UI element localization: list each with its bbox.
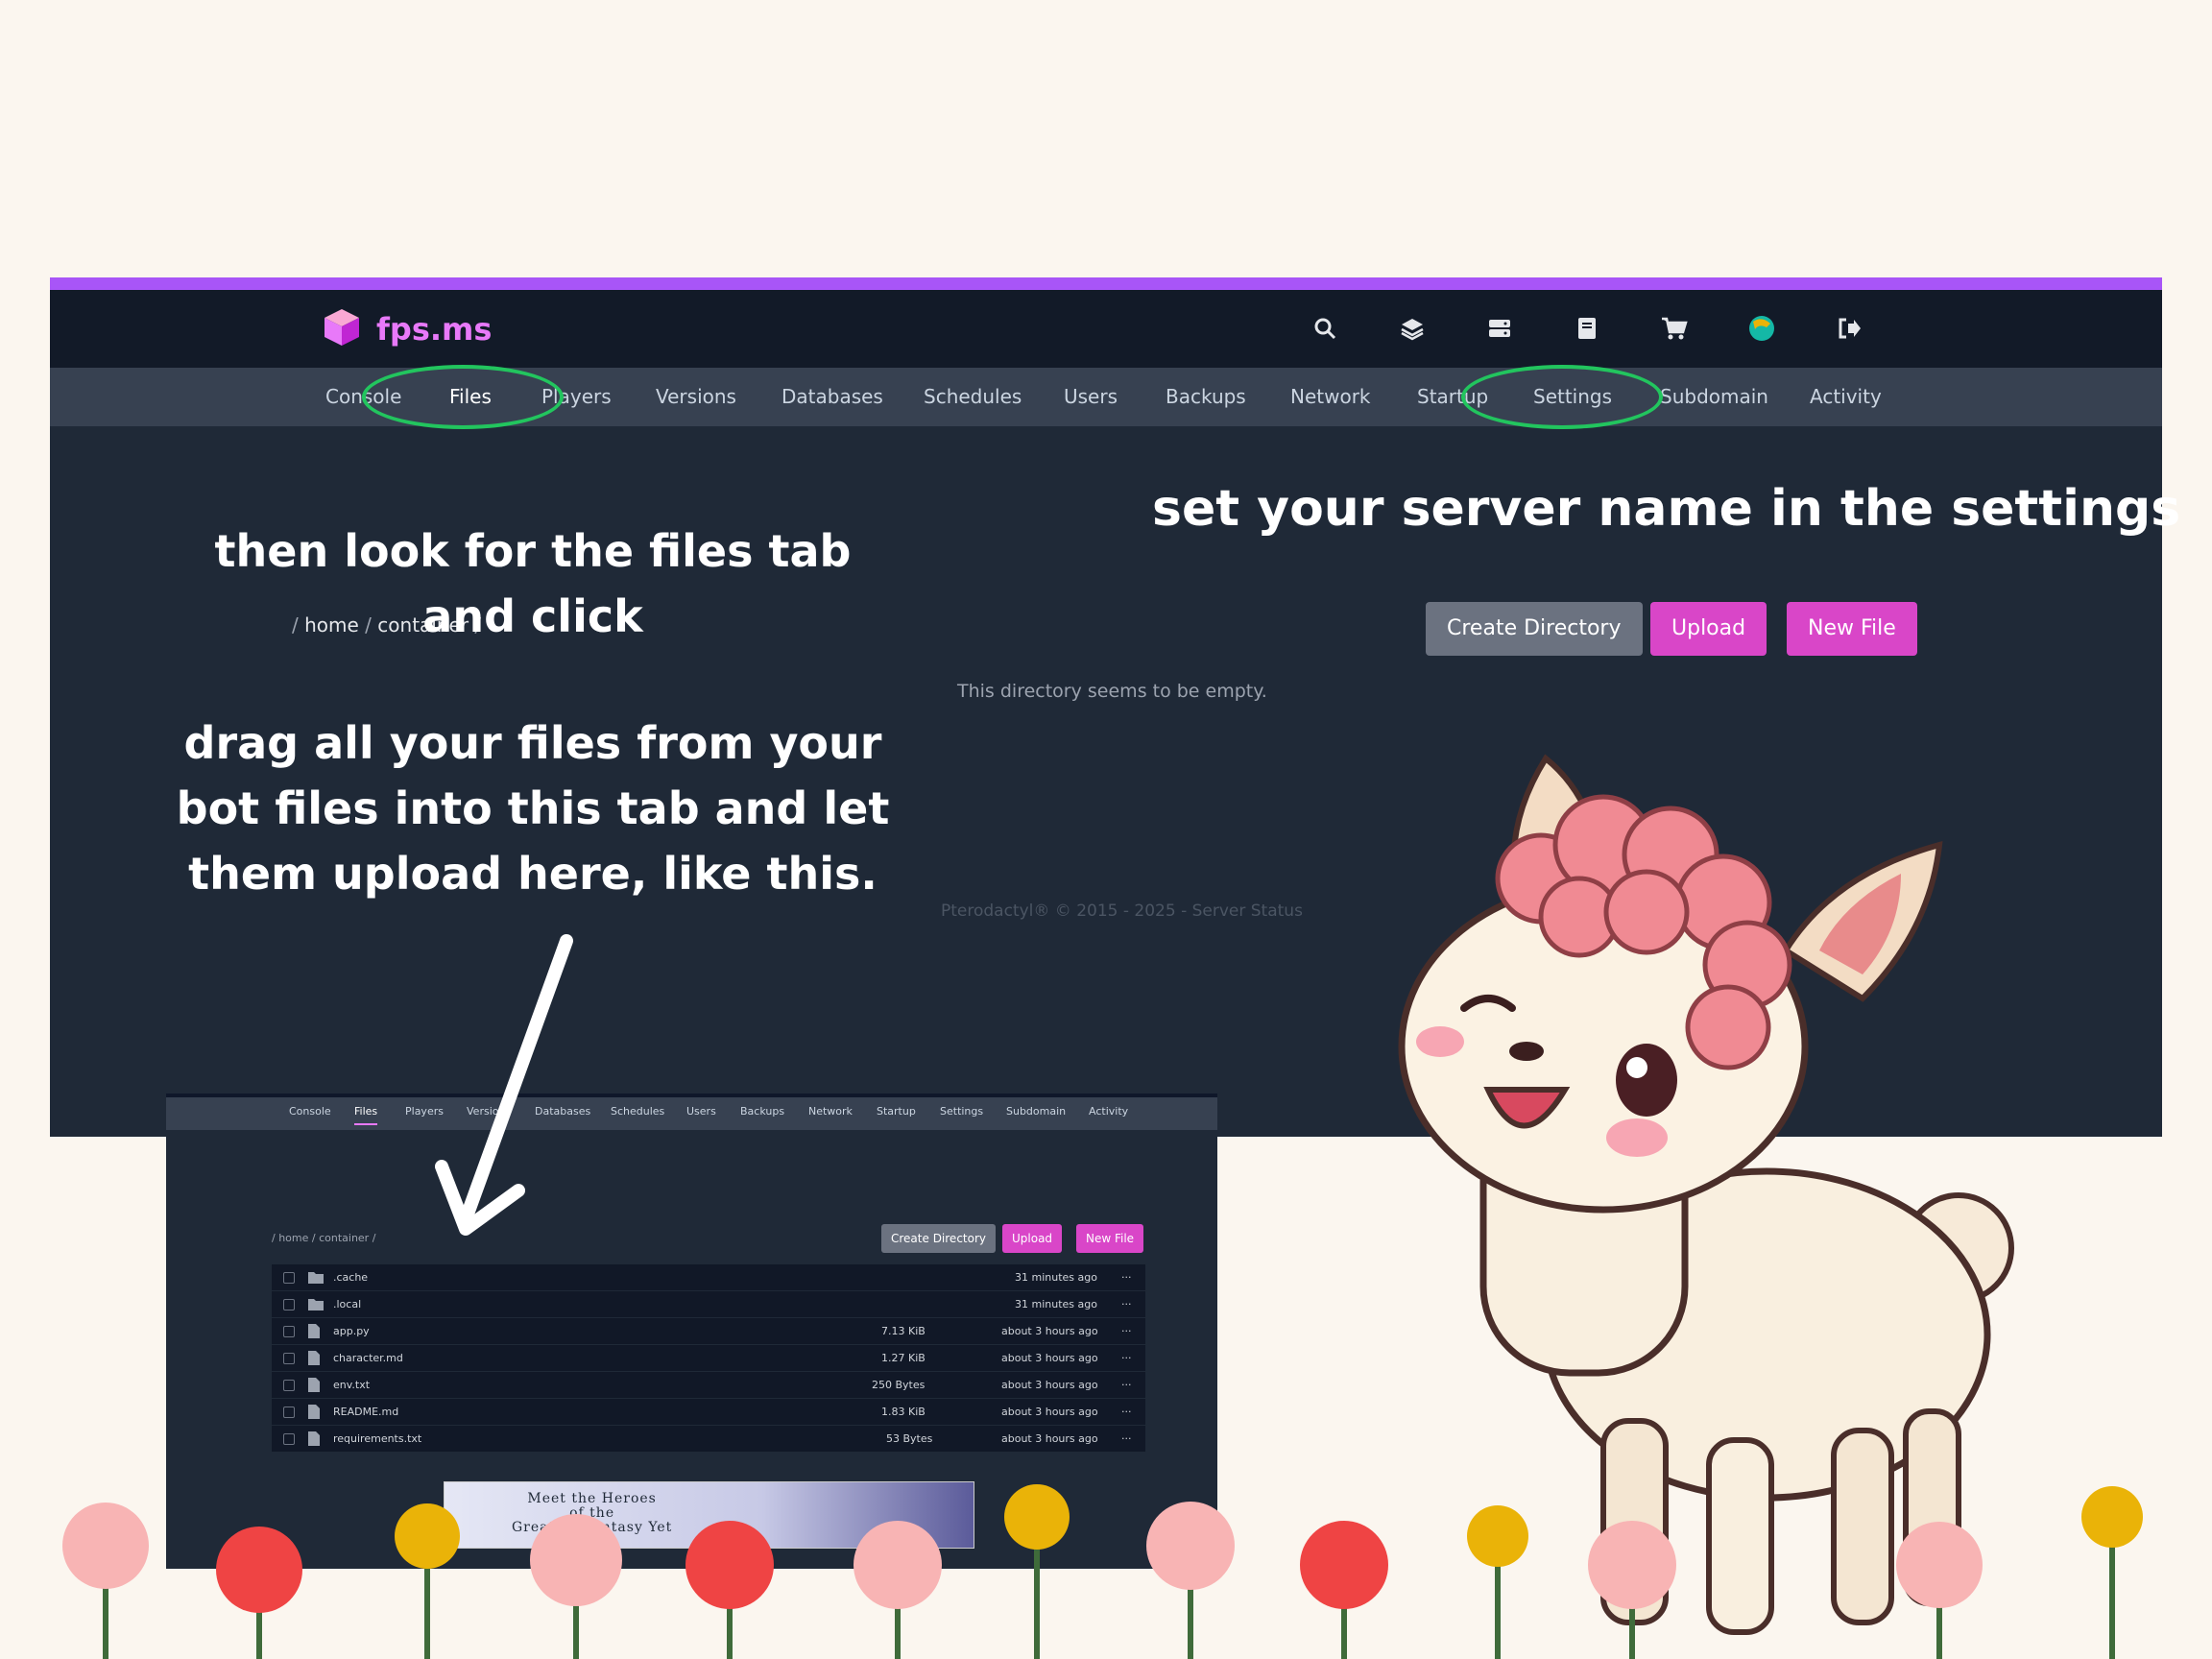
row-menu-icon[interactable]: ··· xyxy=(1121,1432,1132,1445)
create-directory-button[interactable]: Create Directory xyxy=(1426,602,1643,656)
example-upload-button[interactable]: Upload xyxy=(1002,1224,1063,1253)
settings-tab-highlight xyxy=(1461,365,1663,429)
tab-users[interactable]: Users xyxy=(1064,368,1118,426)
example-tab-files[interactable]: Files xyxy=(354,1105,378,1125)
file-icon xyxy=(308,1324,320,1338)
example-tab-settings[interactable]: Settings xyxy=(940,1105,983,1118)
avatar-icon[interactable] xyxy=(1744,311,1779,346)
new-file-button[interactable]: New File xyxy=(1787,602,1917,656)
folder-icon xyxy=(308,1272,324,1284)
tab-subdomain[interactable]: Subdomain xyxy=(1660,368,1768,426)
flower-border-decoration xyxy=(62,1484,2143,1659)
file-icon xyxy=(308,1378,320,1392)
tab-activity[interactable]: Activity xyxy=(1810,368,1882,426)
file-icon xyxy=(308,1431,320,1446)
example-breadcrumb: / home / container / xyxy=(272,1232,376,1244)
annotation-settings: set your server name in the settings xyxy=(1152,480,2181,538)
file-icon xyxy=(308,1405,320,1419)
example-tab-startup[interactable]: Startup xyxy=(877,1105,916,1118)
example-tab-network[interactable]: Network xyxy=(808,1105,853,1118)
folder-icon xyxy=(308,1299,324,1310)
footer-copyright: Pterodactyl® © 2015 - 2025 - Server Stat… xyxy=(941,902,1303,921)
row-checkbox[interactable] xyxy=(283,1299,295,1310)
brand-name: fps.ms xyxy=(376,311,493,348)
row-checkbox[interactable] xyxy=(283,1380,295,1391)
example-tab-console[interactable]: Console xyxy=(289,1105,331,1118)
row-checkbox[interactable] xyxy=(283,1407,295,1418)
upload-button[interactable]: Upload xyxy=(1650,602,1767,656)
file-row[interactable]: character.md 1.27 KiB about 3 hours ago … xyxy=(272,1345,1145,1372)
cart-icon[interactable] xyxy=(1657,311,1692,346)
file-row[interactable]: requirements.txt 53 Bytes about 3 hours … xyxy=(272,1426,1145,1453)
empty-directory-message: This directory seems to be empty. xyxy=(957,681,1267,702)
file-row[interactable]: .cache 31 minutes ago ··· xyxy=(272,1264,1145,1291)
arrow-down-icon xyxy=(435,934,573,1236)
row-checkbox[interactable] xyxy=(283,1353,295,1364)
example-tab-backups[interactable]: Backups xyxy=(740,1105,784,1118)
annotation-files-tab: then look for the files tab and click xyxy=(214,525,852,642)
accent-bar xyxy=(50,277,2162,290)
server-icon[interactable] xyxy=(1482,311,1517,346)
file-row[interactable]: app.py 7.13 KiB about 3 hours ago ··· xyxy=(272,1318,1145,1345)
book-icon[interactable] xyxy=(1570,311,1604,346)
file-row[interactable]: README.md 1.83 KiB about 3 hours ago ··· xyxy=(272,1399,1145,1426)
file-list: .cache 31 minutes ago ··· .local 31 minu… xyxy=(272,1264,1145,1453)
file-row[interactable]: env.txt 250 Bytes about 3 hours ago ··· xyxy=(272,1372,1145,1399)
tab-schedules[interactable]: Schedules xyxy=(924,368,1022,426)
row-menu-icon[interactable]: ··· xyxy=(1121,1352,1132,1364)
tab-backups[interactable]: Backups xyxy=(1166,368,1246,426)
row-checkbox[interactable] xyxy=(283,1272,295,1284)
top-navbar: fps.ms xyxy=(50,290,2162,368)
row-menu-icon[interactable]: ··· xyxy=(1121,1325,1132,1337)
example-create-directory-button[interactable]: Create Directory xyxy=(881,1224,996,1253)
cube-logo-icon xyxy=(323,307,361,351)
example-tab-users[interactable]: Users xyxy=(686,1105,716,1118)
annotation-drag-files: drag all your files from your bot files … xyxy=(176,717,890,900)
file-row[interactable]: .local 31 minutes ago ··· xyxy=(272,1291,1145,1318)
example-tab-schedules[interactable]: Schedules xyxy=(611,1105,664,1118)
tab-network[interactable]: Network xyxy=(1290,368,1371,426)
row-menu-icon[interactable]: ··· xyxy=(1121,1406,1132,1418)
example-tab-subdomain[interactable]: Subdomain xyxy=(1006,1105,1066,1118)
tab-versions[interactable]: Versions xyxy=(656,368,736,426)
row-checkbox[interactable] xyxy=(283,1433,295,1445)
row-menu-icon[interactable]: ··· xyxy=(1121,1271,1132,1284)
layers-icon[interactable] xyxy=(1395,311,1430,346)
row-menu-icon[interactable]: ··· xyxy=(1121,1379,1132,1391)
tab-databases[interactable]: Databases xyxy=(781,368,883,426)
example-new-file-button[interactable]: New File xyxy=(1076,1224,1144,1253)
example-tab-bar: Console Files Players Versions Databases… xyxy=(166,1094,1217,1130)
brand[interactable]: fps.ms xyxy=(323,307,492,351)
row-checkbox[interactable] xyxy=(283,1326,295,1337)
search-icon[interactable] xyxy=(1308,311,1342,346)
files-tab-highlight xyxy=(362,365,564,429)
file-icon xyxy=(308,1351,320,1365)
example-tab-activity[interactable]: Activity xyxy=(1089,1105,1128,1118)
logout-icon[interactable] xyxy=(1832,311,1866,346)
row-menu-icon[interactable]: ··· xyxy=(1121,1298,1132,1310)
